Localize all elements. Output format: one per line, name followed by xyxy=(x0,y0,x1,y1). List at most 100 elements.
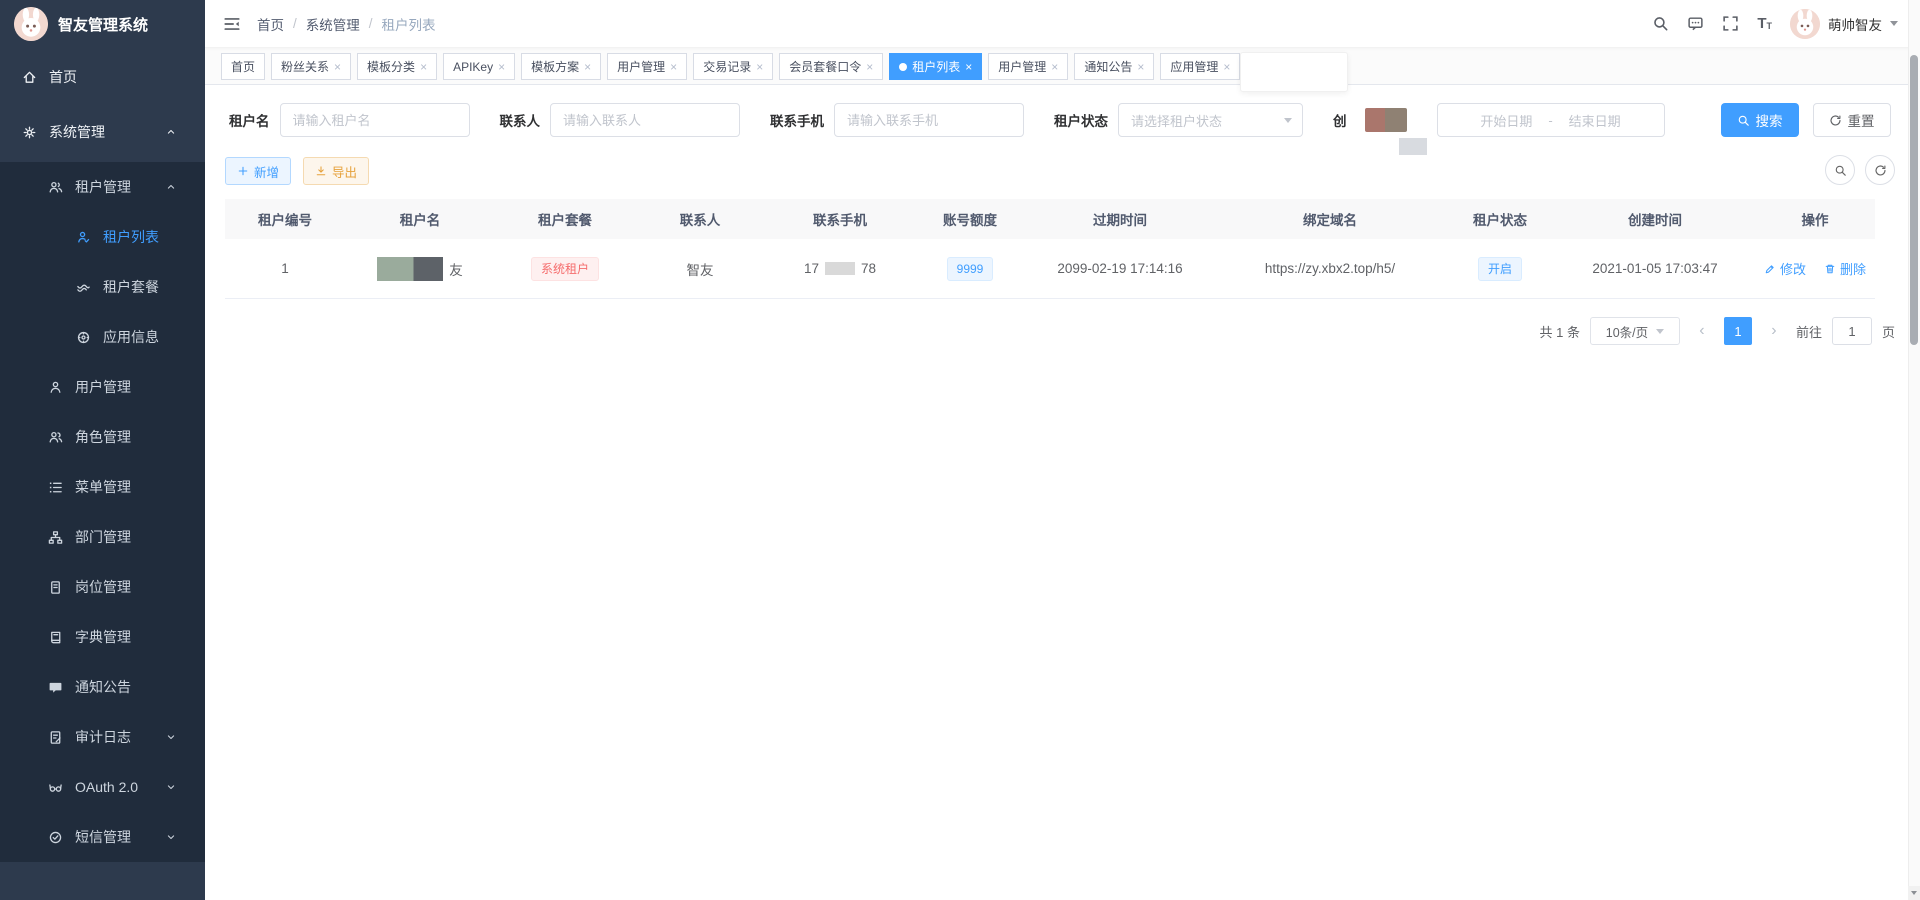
cell-actions: 修改 删除 xyxy=(1755,259,1875,278)
package-tag: 系统租户 xyxy=(531,257,599,281)
sidebar-item-post-mgmt[interactable]: 岗位管理 xyxy=(0,562,205,612)
close-tab-icon[interactable]: × xyxy=(965,61,972,73)
search-button[interactable]: 搜索 xyxy=(1721,103,1799,137)
status-label: 租户状态 xyxy=(1054,110,1108,130)
date-range-picker[interactable]: 开始日期 - 结束日期 xyxy=(1437,103,1665,137)
tenant-name-label: 租户名 xyxy=(229,110,270,130)
scroll-down-button[interactable] xyxy=(1908,886,1920,900)
dept-tree-icon xyxy=(48,530,63,545)
app-root: 智友管理系统 首页 系统管理 租户管理 租户列表 xyxy=(0,0,1920,900)
sidebar-item-label: 租户管理 xyxy=(75,177,131,197)
sidebar-item-oauth[interactable]: OAuth 2.0 xyxy=(0,762,205,812)
goto-page-input[interactable] xyxy=(1832,317,1872,345)
tab-apikey[interactable]: APIKey× xyxy=(443,53,515,80)
sidebar-item-sms[interactable]: 短信管理 xyxy=(0,812,205,862)
col-header: 联系手机 xyxy=(765,209,915,229)
tab-template-plan[interactable]: 模板方案× xyxy=(521,53,601,80)
status-select[interactable]: 请选择租户状态 xyxy=(1118,103,1303,137)
cell-status: 开启 xyxy=(1445,257,1555,281)
pagination: 共 1 条 10条/页 ‹ 1 › 前往 页 xyxy=(205,317,1895,345)
tab-tenant-list[interactable]: 租户列表× xyxy=(889,53,982,80)
table-row: 1 友 系统租户 智友 17 78 9999 xyxy=(225,239,1875,299)
close-tab-icon[interactable]: × xyxy=(498,61,505,73)
sidebar-item-dept-mgmt[interactable]: 部门管理 xyxy=(0,512,205,562)
sidebar-item-label: 审计日志 xyxy=(75,727,131,747)
message-icon[interactable] xyxy=(1687,15,1704,32)
sidebar-item-tenant-mgmt[interactable]: 租户管理 xyxy=(0,162,205,212)
tab-app-mgmt[interactable]: 应用管理× xyxy=(1160,53,1240,80)
sidebar-item-label: 首页 xyxy=(49,67,77,87)
sidebar-item-user-mgmt[interactable]: 用户管理 xyxy=(0,362,205,412)
user-menu[interactable]: 萌帅智友 xyxy=(1790,9,1898,39)
tab-member-package[interactable]: 会员套餐口令× xyxy=(779,53,883,80)
tab-user-mgmt-2[interactable]: 用户管理× xyxy=(988,53,1068,80)
page-number-button[interactable]: 1 xyxy=(1724,317,1752,345)
breadcrumb-home[interactable]: 首页 xyxy=(257,14,284,34)
reset-button[interactable]: 重置 xyxy=(1813,103,1891,137)
page-size-select[interactable]: 10条/页 xyxy=(1590,317,1680,345)
sidebar-item-role-mgmt[interactable]: 角色管理 xyxy=(0,412,205,462)
close-tab-icon[interactable]: × xyxy=(334,61,341,73)
tab-fans[interactable]: 粉丝关系× xyxy=(271,53,351,80)
cell-created-time: 2021-01-05 17:03:47 xyxy=(1555,261,1755,276)
edit-button[interactable]: 修改 xyxy=(1764,259,1806,278)
close-tab-icon[interactable]: × xyxy=(1137,61,1144,73)
contact-input[interactable] xyxy=(550,103,740,137)
menu-fold-icon[interactable] xyxy=(223,15,241,33)
sidebar-item-menu-mgmt[interactable]: 菜单管理 xyxy=(0,462,205,512)
table-header-row: 租户编号 租户名 租户套餐 联系人 联系手机 账号额度 过期时间 绑定域名 租户… xyxy=(225,199,1875,239)
sidebar-item-notice[interactable]: 通知公告 xyxy=(0,662,205,712)
quota-tag: 9999 xyxy=(947,257,994,281)
sidebar-item-tenant-list[interactable]: 租户列表 xyxy=(0,212,205,262)
tab-template-category[interactable]: 模板分类× xyxy=(357,53,437,80)
fullscreen-icon[interactable] xyxy=(1722,15,1739,32)
main-area: 首页 / 系统管理 / 租户列表 T T xyxy=(205,0,1920,900)
sidebar-item-app-info[interactable]: 应用信息 xyxy=(0,312,205,362)
prev-page-button[interactable]: ‹ xyxy=(1690,317,1714,345)
scrollbar-thumb[interactable] xyxy=(1910,55,1918,345)
create-time-label: 创 xyxy=(1333,110,1347,130)
search-icon[interactable] xyxy=(1652,15,1669,32)
sidebar-item-tenant-package[interactable]: 租户套餐 xyxy=(0,262,205,312)
date-end-placeholder: 结束日期 xyxy=(1569,111,1621,130)
breadcrumb-separator: / xyxy=(293,16,297,31)
refresh-button[interactable] xyxy=(1865,155,1895,185)
add-button[interactable]: 新增 xyxy=(225,157,291,185)
sidebar-nav: 首页 系统管理 租户管理 租户列表 租户套餐 xyxy=(0,48,205,862)
tab-home[interactable]: 首页 xyxy=(221,53,265,80)
notice-bubble-icon xyxy=(48,680,63,695)
next-page-button[interactable]: › xyxy=(1762,317,1786,345)
close-tab-icon[interactable]: × xyxy=(1223,61,1230,73)
roles-icon xyxy=(48,430,63,445)
toggle-search-button[interactable] xyxy=(1825,155,1855,185)
tab-trade-records[interactable]: 交易记录× xyxy=(693,53,773,80)
sidebar-item-system[interactable]: 系统管理 xyxy=(0,102,205,162)
audit-log-icon xyxy=(48,730,63,745)
close-tab-icon[interactable]: × xyxy=(756,61,763,73)
close-tab-icon[interactable]: × xyxy=(866,61,873,73)
tab-notice[interactable]: 通知公告× xyxy=(1074,53,1154,80)
phone-input[interactable] xyxy=(834,103,1024,137)
breadcrumb-system[interactable]: 系统管理 xyxy=(306,14,360,34)
tenant-name-input[interactable] xyxy=(280,103,470,137)
sidebar-item-home[interactable]: 首页 xyxy=(0,52,205,102)
font-size-icon[interactable]: T T xyxy=(1757,16,1772,31)
search-icon xyxy=(1737,114,1750,127)
tab-user-mgmt-1[interactable]: 用户管理× xyxy=(607,53,687,80)
close-tab-icon[interactable]: × xyxy=(420,61,427,73)
sidebar-item-dict-mgmt[interactable]: 字典管理 xyxy=(0,612,205,662)
chevron-down-icon xyxy=(1890,21,1898,26)
close-tab-icon[interactable]: × xyxy=(584,61,591,73)
package-waves-icon xyxy=(76,280,91,295)
scrollbar[interactable] xyxy=(1908,0,1920,900)
goto-unit: 页 xyxy=(1882,322,1895,341)
close-tab-icon[interactable]: × xyxy=(1051,61,1058,73)
delete-button[interactable]: 删除 xyxy=(1824,259,1866,278)
empty-dropdown-panel xyxy=(1240,52,1348,92)
sidebar-item-audit-log[interactable]: 审计日志 xyxy=(0,712,205,762)
close-tab-icon[interactable]: × xyxy=(670,61,677,73)
export-button[interactable]: 导出 xyxy=(303,157,369,185)
sidebar-item-label: 字典管理 xyxy=(75,627,131,647)
sidebar: 智友管理系统 首页 系统管理 租户管理 租户列表 xyxy=(0,0,205,900)
sidebar-item-label: 租户套餐 xyxy=(103,277,159,297)
